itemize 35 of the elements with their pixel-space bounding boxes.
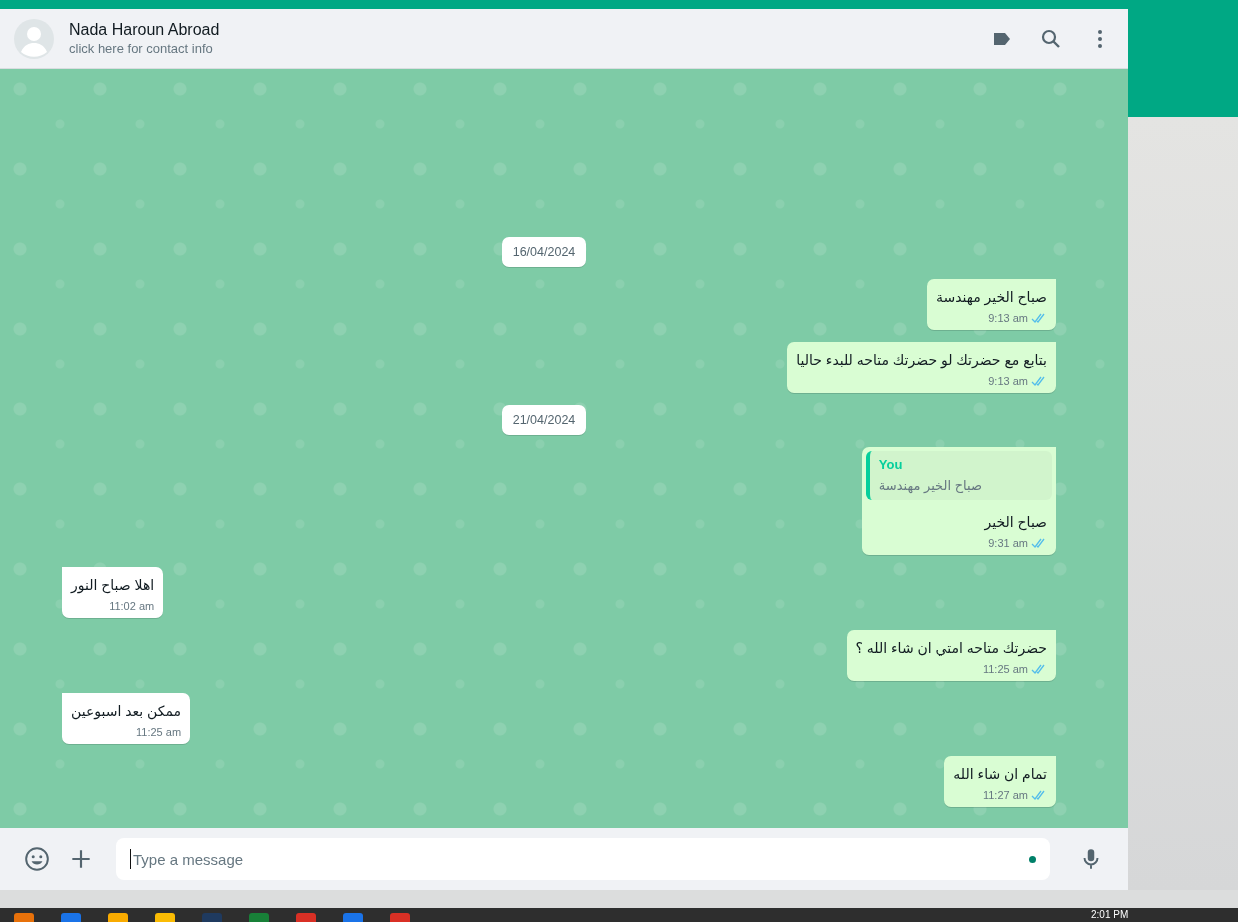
message-text: حضرتك متاحه امتي ان شاء الله ؟	[855, 639, 1047, 658]
message-time: 11:27 am	[982, 789, 1028, 801]
contact-info-link[interactable]: click here for contact info	[69, 41, 990, 56]
taskbar-app-icon[interactable]	[296, 913, 316, 922]
taskbar-clock[interactable]: 2:01 PM	[1091, 909, 1129, 920]
taskbar-app-icon[interactable]	[108, 913, 128, 922]
date-chip: 16/04/2024	[501, 237, 587, 267]
taskbar-app-icon[interactable]	[390, 913, 410, 922]
taskbar-app-icon[interactable]	[61, 913, 81, 922]
message-time: 9:13 am	[988, 312, 1028, 324]
taskbar-app-icon[interactable]	[343, 913, 363, 922]
message-text: صباح الخير	[983, 513, 1047, 532]
message-field[interactable]: Type a message	[116, 838, 1050, 880]
message-input[interactable]: Type a message	[133, 850, 1027, 868]
status-dot-icon	[1029, 855, 1036, 863]
avatar-icon[interactable]	[14, 18, 54, 59]
quote-author: You	[878, 457, 904, 472]
quote-text: صباح الخير مهندسة	[878, 478, 982, 493]
message-time: 11:25 am	[136, 726, 182, 738]
message-time: 11:25 am	[982, 663, 1028, 675]
taskbar-app-icon[interactable]	[155, 913, 175, 922]
contact-name[interactable]: Nada Haroun Abroad	[69, 21, 990, 39]
date-chip: 21/04/2024	[501, 405, 587, 435]
message-time: 9:31 am	[988, 537, 1028, 549]
message-text: تمام ان شاء الله	[953, 765, 1047, 784]
message-text: بتابع مع حضرتك لو حضرتك متاحه للبدء حاليا	[796, 351, 1047, 370]
taskbar-app-icon[interactable]	[249, 913, 269, 922]
emoji-icon[interactable]	[24, 846, 50, 872]
message-text: صباح الخير مهندسة	[935, 288, 1047, 307]
message-time: 11:02 am	[109, 600, 155, 612]
taskbar-app-icon[interactable]	[202, 913, 222, 922]
message-time: 9:13 am	[988, 375, 1028, 387]
taskbar-app-icon[interactable]	[14, 913, 34, 922]
message-text: اهلا صباح النور	[71, 576, 155, 595]
message-text: ممكن بعد اسبوعين	[71, 702, 182, 721]
